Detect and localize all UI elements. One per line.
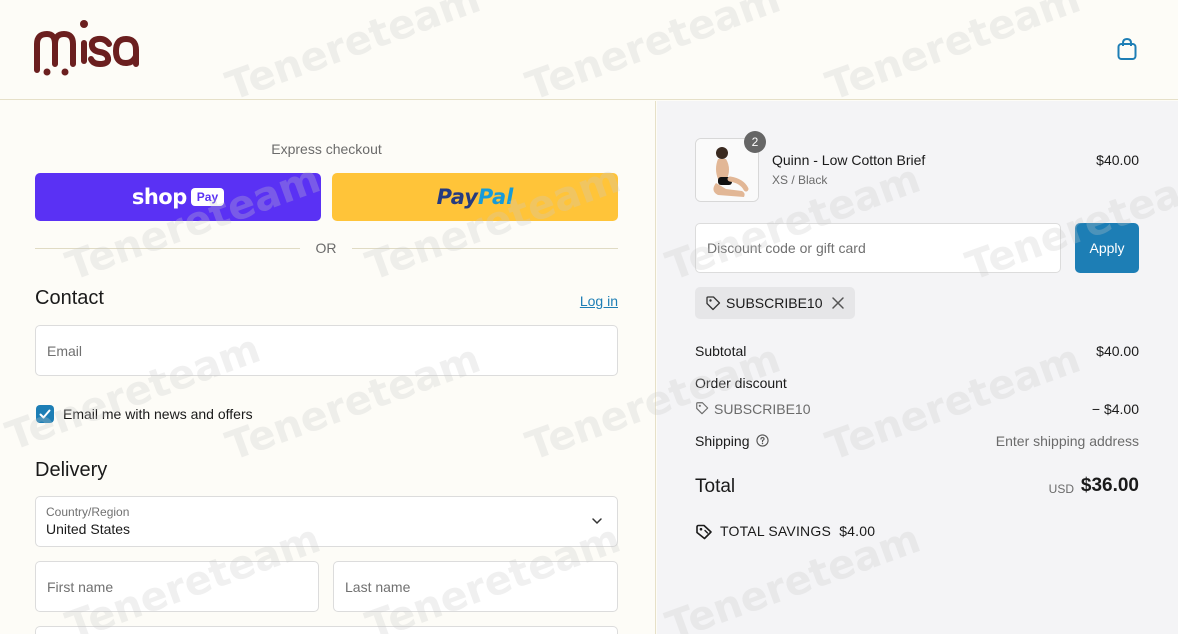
subtotal-value: $40.00 bbox=[1096, 343, 1139, 359]
savings-label: TOTAL SAVINGS bbox=[720, 523, 831, 539]
shipping-value: Enter shipping address bbox=[995, 433, 1139, 449]
shop-pay-button[interactable]: shop Pay bbox=[35, 173, 321, 221]
email-field[interactable] bbox=[35, 325, 618, 376]
delivery-heading: Delivery bbox=[35, 459, 108, 481]
chevron-down-icon bbox=[592, 518, 602, 525]
checkmark-icon bbox=[39, 409, 51, 419]
country-label: Country/Region bbox=[46, 505, 130, 519]
paypal-text-part2: Pal bbox=[477, 185, 514, 209]
shopping-bag-icon[interactable] bbox=[1116, 37, 1138, 61]
next-field[interactable] bbox=[35, 626, 618, 634]
tag-icon bbox=[706, 296, 721, 311]
quantity-badge: 2 bbox=[744, 131, 766, 153]
shop-pay-pill: Pay bbox=[190, 188, 225, 206]
product-name: Quinn - Low Cotton Brief bbox=[772, 152, 926, 168]
applied-discount-chip: SUBSCRIBE10 bbox=[695, 287, 855, 319]
savings-tag-icon bbox=[696, 524, 712, 540]
savings-value: $4.00 bbox=[839, 523, 876, 539]
discount-field[interactable] bbox=[695, 223, 1061, 273]
discount-input[interactable] bbox=[696, 224, 1060, 272]
total-value: $36.00 bbox=[1080, 475, 1139, 496]
total-label: Total bbox=[695, 476, 736, 497]
misa-logo[interactable] bbox=[33, 18, 143, 78]
shop-pay-text: shop bbox=[131, 185, 187, 209]
newsletter-checkbox[interactable] bbox=[36, 405, 54, 423]
paypal-button[interactable]: Pay Pal bbox=[332, 173, 618, 221]
product-variant: XS / Black bbox=[772, 173, 828, 187]
shipping-label: Shipping bbox=[695, 433, 750, 449]
last-name-input[interactable] bbox=[334, 562, 617, 611]
applied-code-text: SUBSCRIBE10 bbox=[726, 295, 823, 311]
apply-button[interactable]: Apply bbox=[1075, 223, 1139, 273]
first-name-input[interactable] bbox=[36, 562, 318, 611]
order-discount-label: Order discount bbox=[695, 375, 787, 391]
last-name-field[interactable] bbox=[333, 561, 618, 612]
paypal-text-part1: Pay bbox=[436, 185, 478, 209]
product-price: $40.00 bbox=[1096, 152, 1139, 168]
checkout-form: Express checkout shop Pay Pay Pal OR Cont… bbox=[0, 101, 656, 634]
header bbox=[0, 0, 1178, 100]
discount-value: − $4.00 bbox=[1091, 401, 1139, 417]
subtotal-label: Subtotal bbox=[695, 343, 747, 359]
question-circle-icon[interactable] bbox=[756, 434, 769, 447]
or-text: OR bbox=[300, 240, 352, 256]
discount-code-label: SUBSCRIBE10 bbox=[714, 401, 811, 417]
newsletter-label: Email me with news and offers bbox=[63, 406, 253, 422]
discount-tag-icon bbox=[696, 402, 709, 415]
first-name-field[interactable] bbox=[35, 561, 319, 612]
login-link[interactable]: Log in bbox=[560, 293, 618, 309]
total-savings: TOTAL SAVINGS $4.00 bbox=[720, 523, 875, 539]
remove-discount-icon[interactable] bbox=[831, 296, 845, 310]
country-value: United States bbox=[46, 521, 131, 537]
email-input[interactable] bbox=[36, 326, 617, 375]
contact-heading: Contact bbox=[35, 287, 104, 309]
order-summary: 2 Quinn - Low Cotton Brief XS / Black $4… bbox=[657, 101, 1178, 634]
express-checkout-label: Express checkout bbox=[271, 141, 382, 157]
